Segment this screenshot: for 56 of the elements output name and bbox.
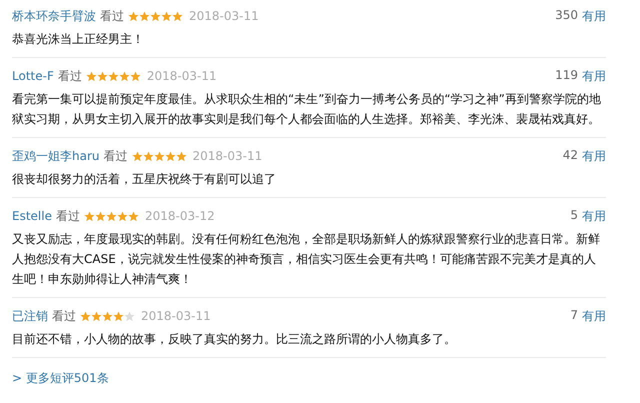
star-icon xyxy=(139,10,150,22)
username-link[interactable]: 歪鸡一姐李haru xyxy=(12,148,100,164)
useful-link[interactable]: 有用 xyxy=(582,8,606,24)
star-icon xyxy=(102,310,113,322)
star-icon xyxy=(161,10,172,22)
review-text: 看完第一集可以提前预定年度最佳。从求职众生相的“未生”到奋力一搏考公务员的“学习之神”再到警察学院的地狱实习期，从男女主切入展开的故事实则是我们每个人都会面临的人生选择。郑裕美、李光洙、裴晟祐戏真好。 xyxy=(12,91,602,128)
star-icon xyxy=(113,310,124,322)
star-icon xyxy=(142,150,154,162)
review-date: 2018-03-11 xyxy=(146,69,217,83)
username-link[interactable]: Estelle xyxy=(12,209,52,223)
username-link[interactable]: 已注销 xyxy=(12,308,48,324)
star-icon xyxy=(108,70,119,82)
watched-label: 看过 xyxy=(100,8,124,24)
star-icon xyxy=(106,210,117,222)
star-icon xyxy=(132,150,142,162)
vote-count: 42 xyxy=(562,148,578,164)
star-icon xyxy=(86,70,97,82)
star-icon xyxy=(128,10,139,22)
review-date: 2018-03-12 xyxy=(144,209,215,223)
vote-count: 350 xyxy=(555,8,578,24)
useful-link[interactable]: 有用 xyxy=(582,148,606,164)
star-icon xyxy=(96,70,108,82)
username-link[interactable]: Lotte-F xyxy=(12,69,54,83)
star-icon xyxy=(128,210,139,222)
useful-link[interactable]: 有用 xyxy=(582,308,606,324)
star-icon xyxy=(94,210,106,222)
vote-count: 119 xyxy=(555,68,578,84)
review-text: 恭喜光洙当上正经男主！ xyxy=(12,31,145,48)
watched-label: 看过 xyxy=(52,308,76,324)
vote-count: 5 xyxy=(570,208,578,224)
useful-link[interactable]: 有用 xyxy=(582,208,606,224)
star-icon xyxy=(150,10,161,22)
star-icon xyxy=(172,10,183,22)
star-icon xyxy=(91,310,102,322)
star-icon xyxy=(130,70,141,82)
more-reviews-link[interactable]: > 更多短评501条 xyxy=(12,371,109,385)
review-date: 2018-03-11 xyxy=(192,149,262,163)
review-text: 目前还不错，小人物的故事，反映了真实的努力。比三流之路所谓的小人物真多了。 xyxy=(12,331,457,348)
star-icon xyxy=(80,310,91,322)
review-date: 2018-03-11 xyxy=(189,9,259,23)
star-icon xyxy=(118,70,130,82)
star-icon xyxy=(176,150,186,162)
review-text: 又丧又励志，年度最现实的韩剧。没有任何粉红色泡泡，全部是职场新鲜人的炼狱跟警察行业的悲喜日常。新鲜人抱怨没有大CASE，说完就发生性侵案的神奇预言，相信实习医生会更有共鸣！可能痛苦跟不完美才是真的人生吧！申东勋帅得让人神清气爽！ xyxy=(12,231,601,288)
star-icon xyxy=(164,150,176,162)
star-icon xyxy=(124,310,135,322)
vote-count: 7 xyxy=(570,308,578,324)
star-icon xyxy=(154,150,164,162)
username-link[interactable]: 桥本环奈手臂波 xyxy=(12,8,96,24)
watched-label: 看过 xyxy=(58,68,82,84)
star-icon xyxy=(116,210,128,222)
watched-label: 看过 xyxy=(104,148,128,164)
star-icon xyxy=(84,210,95,222)
review-date: 2018-03-11 xyxy=(141,309,211,323)
review-text: 很丧却很努力的活着，五星庆祝终于有剧可以追了 xyxy=(12,171,277,188)
useful-link[interactable]: 有用 xyxy=(582,68,606,84)
watched-label: 看过 xyxy=(56,208,80,224)
